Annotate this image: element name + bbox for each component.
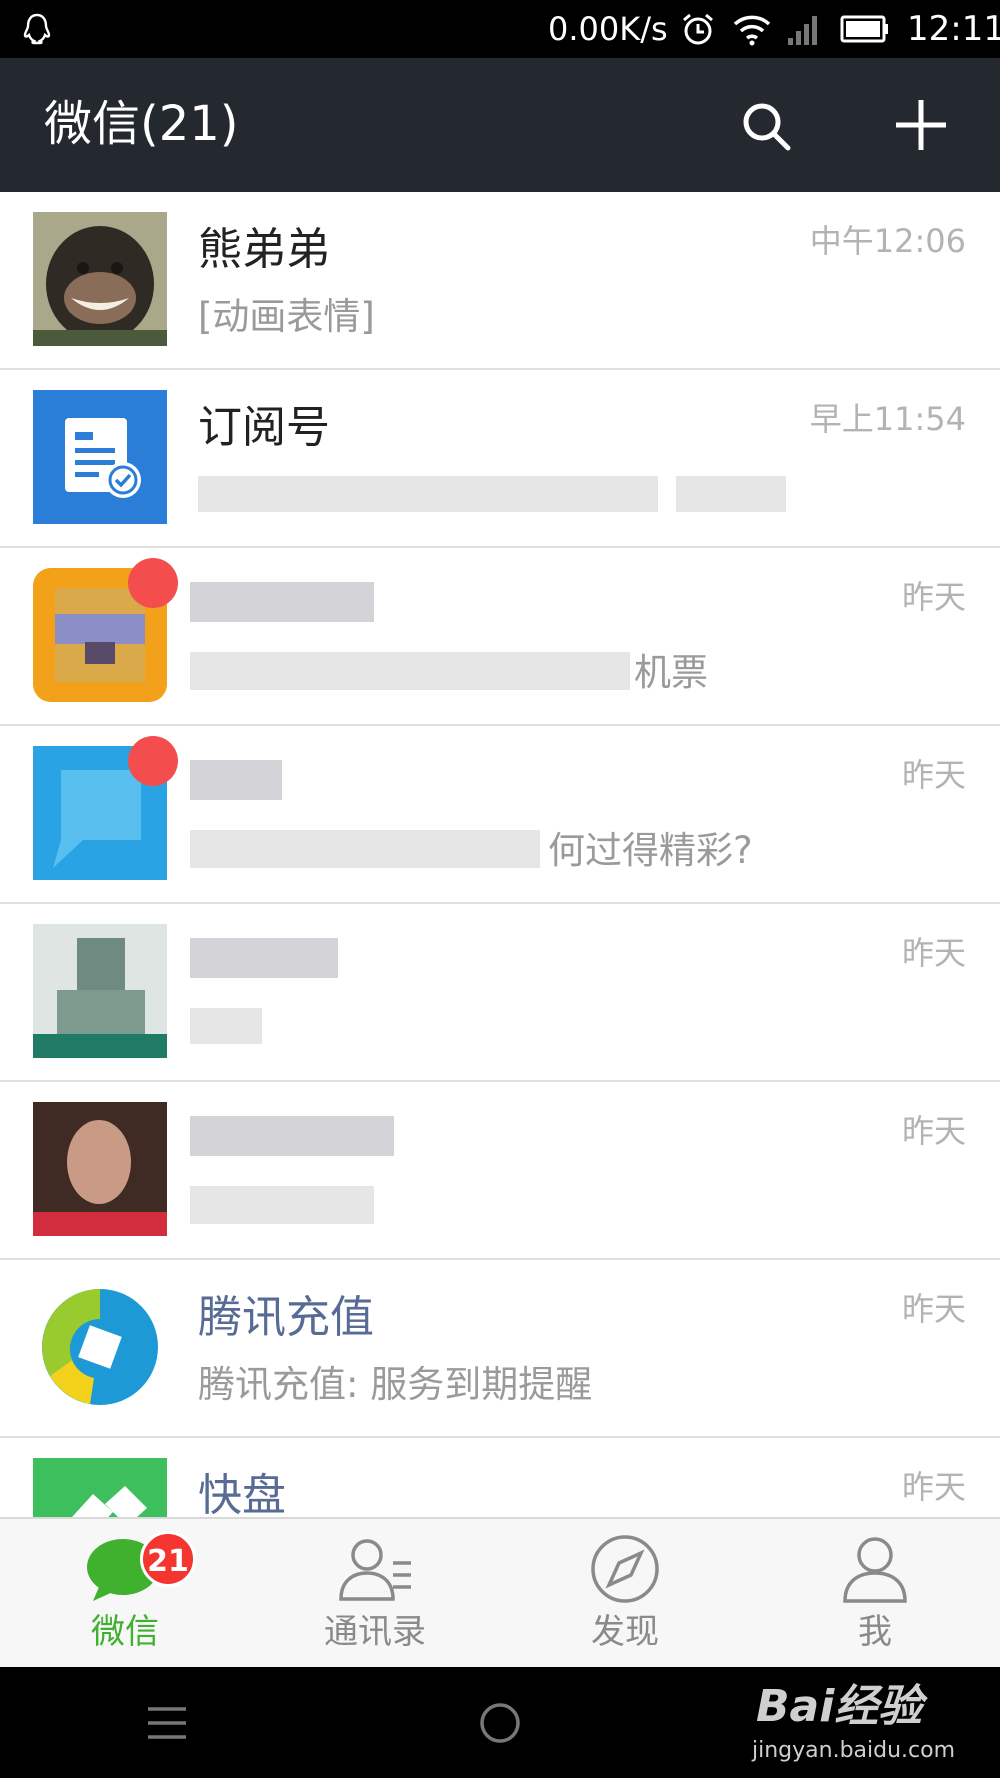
chat-preview: 腾讯充值: 服务到期提醒 <box>198 1363 593 1406</box>
tab-wechat[interactable]: 21 微信 <box>0 1519 250 1669</box>
chat-item[interactable]: 昨天 <box>0 904 1000 1082</box>
chat-time: 昨天 <box>901 756 966 794</box>
chat-item[interactable]: 订阅号 早上11:54 <box>0 370 1000 548</box>
watermark-url: jingyan.baidu.com <box>752 1738 956 1763</box>
chat-item[interactable]: 快盘 昨天 <box>0 1438 1000 1517</box>
chat-name: 订阅号 <box>198 402 330 453</box>
add-icon[interactable] <box>892 96 950 154</box>
status-bar: 0.00K/s 12:11 <box>0 0 1000 58</box>
chat-time: 中午12:06 <box>809 222 966 260</box>
chat-item[interactable]: 熊弟弟 [动画表情] 中午12:06 <box>0 192 1000 370</box>
unread-dot <box>128 558 178 608</box>
chat-time: 早上11:54 <box>809 400 966 438</box>
network-speed: 0.00K/s <box>548 10 668 48</box>
system-nav-bar: Bai经验 jingyan.baidu.com <box>0 1667 1000 1778</box>
chat-item[interactable]: 何过得精彩? 昨天 <box>0 726 1000 904</box>
compass-icon <box>591 1535 659 1603</box>
tab-label: 发现 <box>591 1612 659 1652</box>
tab-label: 我 <box>858 1612 892 1652</box>
chat-time: 昨天 <box>901 1290 966 1328</box>
chat-time: 昨天 <box>901 934 966 972</box>
tencent-recharge-avatar <box>33 1280 167 1414</box>
tab-label: 微信 <box>91 1612 159 1652</box>
chat-time: 昨天 <box>901 1468 966 1506</box>
profile-icon <box>843 1537 907 1603</box>
avatar <box>33 924 167 1058</box>
blurred-name <box>190 938 338 978</box>
blurred-name <box>190 582 374 622</box>
chat-name: 腾讯充值 <box>198 1292 374 1343</box>
page-title: 微信(21) <box>44 96 239 152</box>
battery-icon <box>840 15 888 43</box>
chat-preview: 何过得精彩? <box>548 829 753 872</box>
chat-list: 熊弟弟 [动画表情] 中午12:06 订阅号 早上11:54 机票 昨天 何过得… <box>0 192 1000 1517</box>
blurred-name <box>190 760 282 800</box>
avatar <box>33 1102 167 1236</box>
alarm-icon <box>683 13 713 45</box>
chat-name: 熊弟弟 <box>198 224 330 275</box>
menu-icon[interactable] <box>146 1705 188 1741</box>
watermark-logo: Bai经验 <box>756 1681 923 1732</box>
subscription-avatar <box>33 390 167 524</box>
blurred-preview <box>190 1008 262 1044</box>
blurred-preview <box>190 1186 374 1224</box>
chat-time: 昨天 <box>901 578 966 616</box>
contacts-icon <box>339 1539 411 1601</box>
blurred-preview <box>190 830 540 868</box>
blurred-preview <box>190 652 630 690</box>
chat-preview: [动画表情] <box>198 295 375 338</box>
tab-contacts[interactable]: 通讯录 <box>250 1519 500 1669</box>
kuaipan-avatar <box>33 1458 167 1517</box>
chat-time: 昨天 <box>901 1112 966 1150</box>
avatar <box>33 212 167 346</box>
chat-item[interactable]: 昨天 <box>0 1082 1000 1260</box>
tab-bar: 21 微信 通讯录 发现 我 <box>0 1517 1000 1667</box>
qq-notification-icon <box>23 13 51 45</box>
unread-dot <box>128 736 178 786</box>
chat-name: 快盘 <box>198 1470 286 1517</box>
clock: 12:11 <box>907 9 1000 49</box>
cellular-signal-icon <box>788 16 817 45</box>
tab-label: 通讯录 <box>324 1612 426 1652</box>
chat-item[interactable]: 腾讯充值 腾讯充值: 服务到期提醒 昨天 <box>0 1260 1000 1438</box>
search-icon[interactable] <box>738 98 794 154</box>
tab-discover[interactable]: 发现 <box>500 1519 750 1669</box>
baidu-watermark: Bai经验 jingyan.baidu.com <box>746 1675 955 1773</box>
app-header: 微信(21) <box>0 58 1000 192</box>
blurred-preview <box>198 476 658 512</box>
blurred-preview <box>676 476 786 512</box>
chat-preview: 机票 <box>634 651 708 694</box>
chat-item[interactable]: 机票 昨天 <box>0 548 1000 726</box>
blurred-name <box>190 1116 394 1156</box>
unread-badge: 21 <box>140 1531 196 1587</box>
wifi-icon <box>733 15 771 46</box>
home-icon[interactable] <box>478 1701 522 1745</box>
tab-me[interactable]: 我 <box>750 1519 1000 1669</box>
